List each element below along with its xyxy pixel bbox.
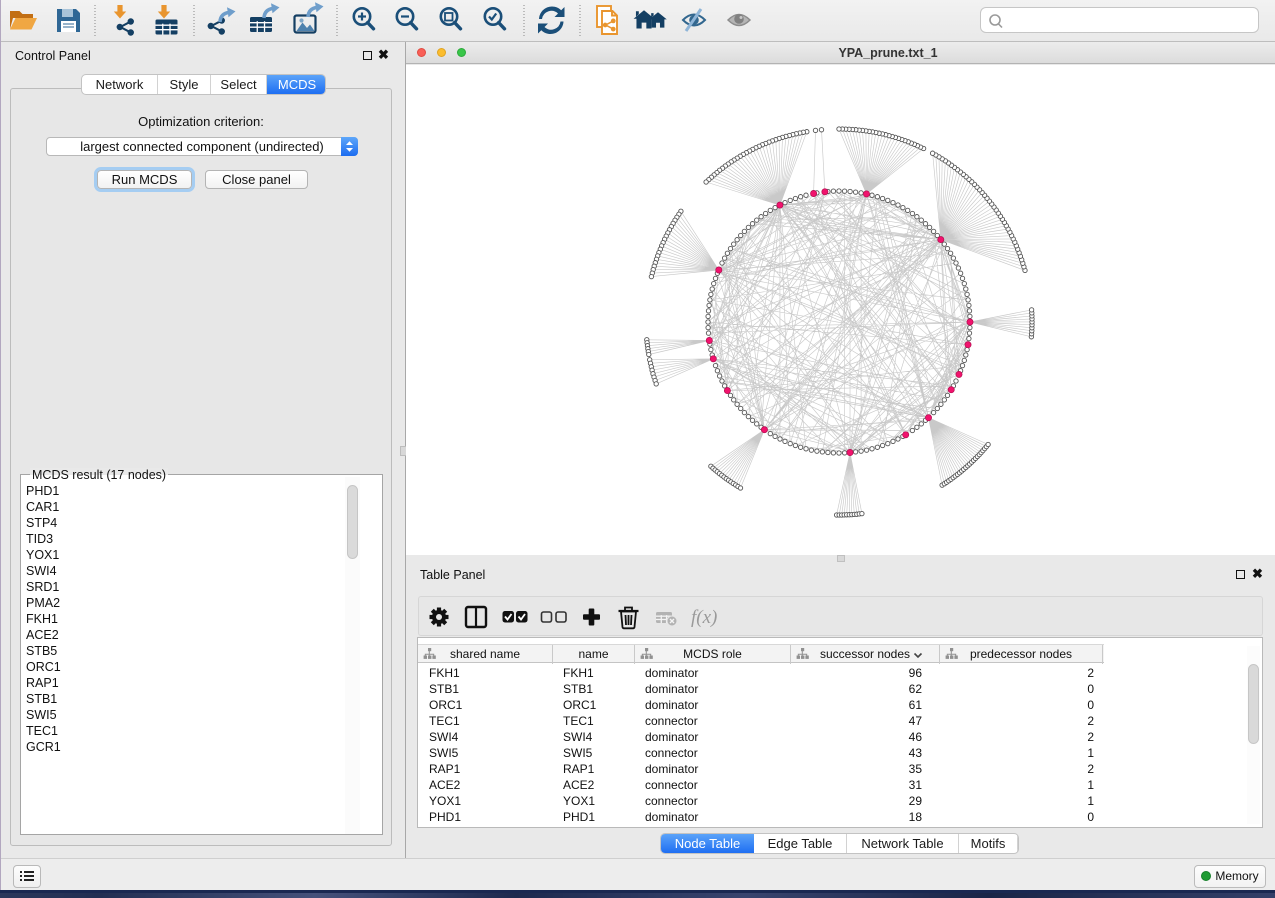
- svg-text:f(x): f(x): [691, 607, 717, 628]
